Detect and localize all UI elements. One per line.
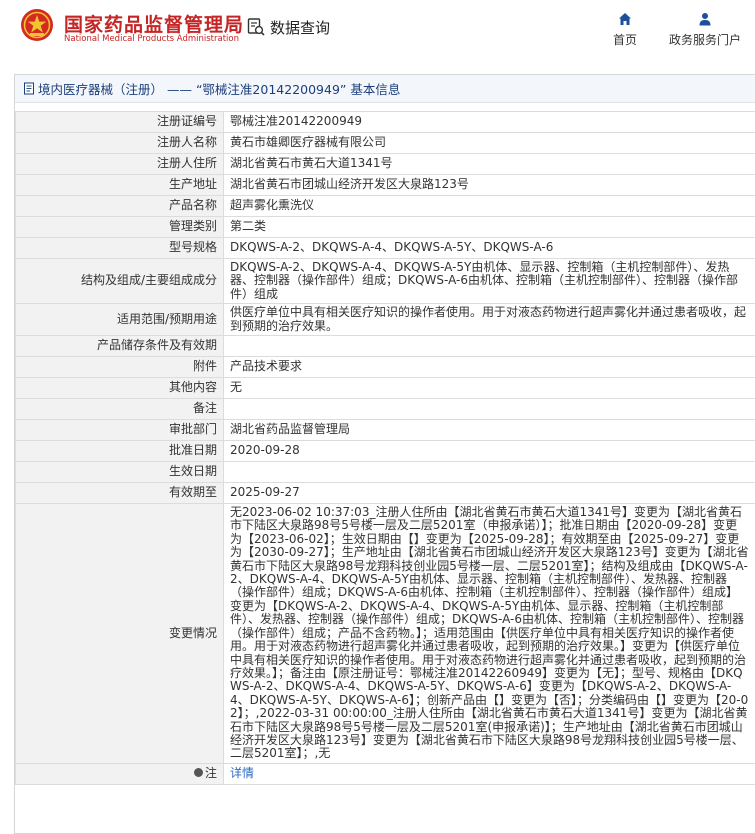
table-row: 产品名称 超声雾化熏洗仪 (15, 195, 755, 217)
row-value: 产品技术要求 (223, 356, 755, 379)
note-label-cell: 注 (15, 762, 224, 785)
table-row: 产品储存条件及有效期 (15, 335, 755, 358)
table-row: 生产地址 湖北省黄石市团城山经济开发区大泉路123号 (15, 174, 755, 196)
row-value: 鄂械注准20142200949 (223, 111, 755, 133)
change-history-value: 无2023-06-02 10:37:03_注册人住所由【湖北省黄石市黄石大道13… (223, 503, 755, 764)
row-value (223, 335, 755, 358)
row-value: 供医疗单位中具有相关医疗知识的操作者使用。用于对液态药物进行超声雾化并通过患者吸… (223, 303, 755, 337)
row-label: 管理类别 (15, 216, 224, 238)
row-value: 2020-09-28 (223, 440, 755, 463)
table-row: 型号规格 DKQWS-A-2、DKQWS-A-4、DKQWS-A-5Y、DKQW… (15, 237, 755, 259)
row-label: 批准日期 (15, 440, 224, 463)
row-label: 审批部门 (15, 419, 224, 442)
table-row: 有效期至 2025-09-27 (15, 482, 755, 505)
row-label: 变更情况 (15, 503, 224, 764)
row-value: 湖北省药品监督管理局 (223, 419, 755, 442)
data-query-link[interactable]: 数据查询 (246, 16, 330, 38)
brand-title[interactable]: 国家药品监督管理局 (64, 10, 244, 37)
table-row: 生效日期 (15, 461, 755, 484)
info-table: 注册证编号 鄂械注准20142200949 注册人名称 黄石市雄卿医疗器械有限公… (15, 111, 755, 785)
row-value: 湖北省黄石市黄石大道1341号 (223, 153, 755, 175)
user-icon (699, 13, 711, 26)
row-label: 注 (204, 766, 217, 781)
table-row: 管理类别 第二类 (15, 216, 755, 238)
row-value: DKQWS-A-2、DKQWS-A-4、DKQWS-A-5Y由机体、显示器、控制… (223, 257, 755, 305)
panel-title: 境内医疗器械（注册） —— “鄂械注准20142200949” 基本信息 (38, 82, 401, 97)
home-icon (619, 13, 631, 25)
row-value: 第二类 (223, 216, 755, 238)
row-label: 产品名称 (15, 195, 224, 217)
row-label: 产品储存条件及有效期 (15, 335, 224, 358)
table-row: 变更情况 无2023-06-02 10:37:03_注册人住所由【湖北省黄石市黄… (15, 503, 755, 764)
table-row: 注册证编号 鄂械注准20142200949 (15, 111, 755, 133)
table-row: 注册人名称 黄石市雄卿医疗器械有限公司 (15, 132, 755, 154)
table-row: 其他内容 无 (15, 377, 755, 400)
row-label: 结构及组成/主要组成成分 (15, 257, 224, 305)
row-value: DKQWS-A-2、DKQWS-A-4、DKQWS-A-5Y、DKQWS-A-6 (223, 237, 755, 259)
table-row: 注 详情 (15, 762, 755, 785)
nav-home-label: 首页 (612, 33, 637, 47)
row-label: 注册证编号 (15, 111, 224, 133)
table-row: 附件 产品技术要求 (15, 356, 755, 379)
nav-home[interactable]: 首页 (590, 12, 660, 48)
row-label: 其他内容 (15, 377, 224, 400)
nav-service-portal[interactable]: 政务服务门户 (662, 12, 748, 48)
row-value: 2025-09-27 (223, 482, 755, 505)
row-label: 附件 (15, 356, 224, 379)
row-label: 型号规格 (15, 237, 224, 259)
row-label: 生产地址 (15, 174, 224, 196)
brand-subtitle[interactable]: National Medical Products Administration (64, 34, 239, 44)
data-query-label: 数据查询 (270, 18, 331, 37)
note-icon (193, 768, 203, 778)
row-label: 有效期至 (15, 482, 224, 505)
panel-title-bar: 境内医疗器械（注册） —— “鄂械注准20142200949” 基本信息 (15, 75, 755, 103)
table-row: 备注 (15, 398, 755, 421)
table-row: 适用范围/预期用途 供医疗单位中具有相关医疗知识的操作者使用。用于对液态药物进行… (15, 303, 755, 337)
detail-panel: 境内医疗器械（注册） —— “鄂械注准20142200949” 基本信息 注册证… (14, 74, 755, 834)
row-label: 生效日期 (15, 461, 224, 484)
row-value (223, 398, 755, 421)
nav-service-label: 政务服务门户 (668, 33, 741, 47)
details-link[interactable]: 详情 (230, 766, 254, 780)
row-value: 黄石市雄卿医疗器械有限公司 (223, 132, 755, 154)
row-value: 详情 (223, 762, 755, 785)
row-label: 备注 (15, 398, 224, 421)
search-document-icon (247, 18, 265, 36)
row-value: 无 (223, 377, 755, 400)
emblem-logo-icon (21, 9, 53, 41)
site-header: 国家药品监督管理局 National Medical Products Admi… (0, 0, 755, 60)
row-value: 超声雾化熏洗仪 (223, 195, 755, 217)
row-label: 注册人名称 (15, 132, 224, 154)
row-label: 注册人住所 (15, 153, 224, 175)
table-row: 结构及组成/主要组成成分 DKQWS-A-2、DKQWS-A-4、DKQWS-A… (15, 257, 755, 305)
row-value: 湖北省黄石市团城山经济开发区大泉路123号 (223, 174, 755, 196)
row-label: 适用范围/预期用途 (15, 303, 224, 337)
table-row: 审批部门 湖北省药品监督管理局 (15, 419, 755, 442)
table-row: 注册人住所 湖北省黄石市黄石大道1341号 (15, 153, 755, 175)
row-value (223, 461, 755, 484)
table-row: 批准日期 2020-09-28 (15, 440, 755, 463)
document-icon (24, 82, 34, 95)
